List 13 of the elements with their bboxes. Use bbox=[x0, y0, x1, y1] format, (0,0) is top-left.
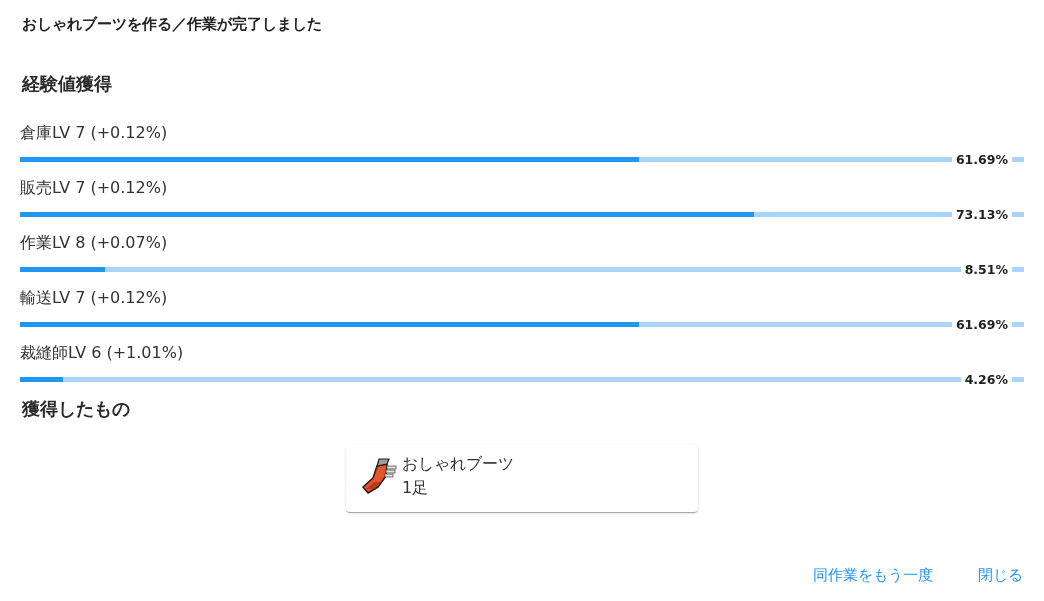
boot-icon bbox=[360, 458, 398, 494]
dialog-button[interactable]: 閉じる bbox=[970, 557, 1031, 593]
skill-label: 輸送LV 7 (+0.12%) bbox=[20, 287, 168, 309]
dialog-title: おしゃれブーツを作る／作業が完了しました bbox=[22, 14, 322, 34]
item-quantity: 1足 bbox=[402, 477, 429, 499]
item-name: おしゃれブーツ bbox=[402, 453, 514, 475]
section-heading: 経験値獲得 bbox=[22, 72, 112, 96]
dialog-button[interactable]: 同作業をもう一度 bbox=[805, 557, 941, 593]
skill-label: 裁縫師LV 6 (+1.01%) bbox=[20, 342, 184, 364]
skill-label: 作業LV 8 (+0.07%) bbox=[20, 232, 168, 254]
section-heading: 獲得したもの bbox=[22, 397, 130, 421]
skill-label: 倉庫LV 7 (+0.12%) bbox=[20, 122, 168, 144]
skill-label: 販売LV 7 (+0.12%) bbox=[20, 177, 168, 199]
